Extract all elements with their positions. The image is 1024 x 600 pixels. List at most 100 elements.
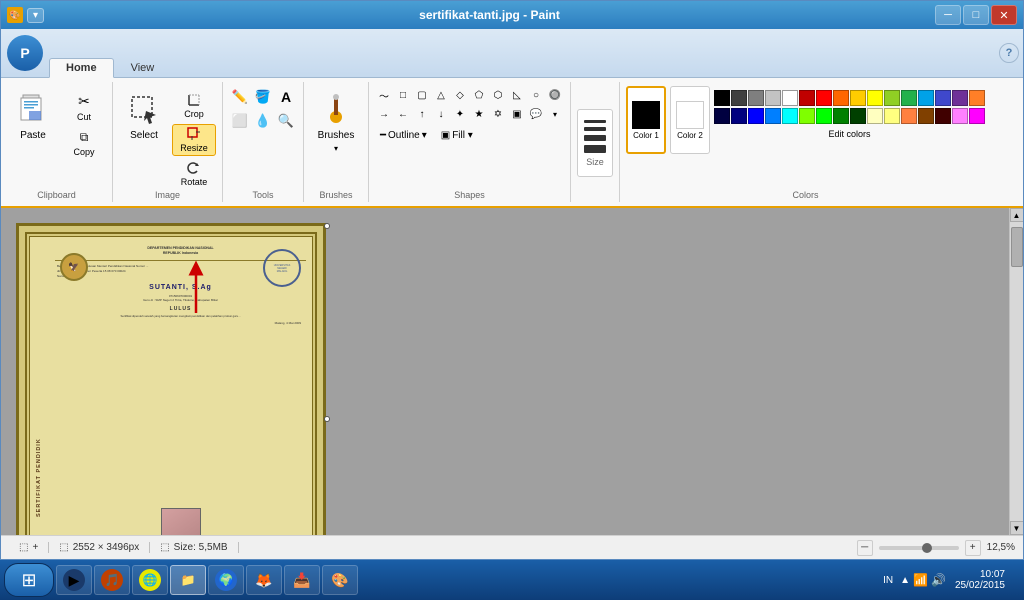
color-orange[interactable] (833, 90, 849, 106)
shape-rounded-rect2[interactable]: ▣ (508, 105, 526, 123)
scroll-track[interactable] (1010, 222, 1023, 521)
color-maroon[interactable] (935, 108, 951, 124)
outline-dropdown[interactable]: ━ Outline ▾ (375, 127, 432, 144)
shape-hex[interactable]: ⬡ (489, 86, 507, 104)
color-pink[interactable] (952, 108, 968, 124)
tray-clock[interactable]: 10:07 25/02/2015 (949, 567, 1011, 593)
cut-button[interactable]: ✂ Cut (62, 90, 106, 125)
color-navy2[interactable] (714, 108, 730, 124)
shape-roundrect[interactable]: ▢ (413, 86, 431, 104)
shape-arrow-d[interactable]: ↓ (432, 105, 450, 123)
zoom-slider[interactable] (879, 546, 959, 550)
color-darkred[interactable] (799, 90, 815, 106)
color-green2[interactable] (833, 108, 849, 124)
color-green[interactable] (901, 90, 917, 106)
text-tool[interactable]: A (275, 86, 297, 108)
canvas-area[interactable]: SERTIFIKAT PENDIDIK 🦅 UNIVERSITASNEGERIM… (1, 208, 1009, 535)
resize-button[interactable]: Resize (172, 124, 216, 156)
copy-button[interactable]: ⧉ Copy (62, 127, 106, 160)
shape-more[interactable]: ▾ (546, 105, 564, 123)
start-button[interactable]: ⊞ (4, 563, 54, 597)
app-menu-button[interactable]: P (7, 35, 43, 71)
eraser-tool[interactable]: ⬜ (229, 110, 251, 132)
color-aqua[interactable] (782, 108, 798, 124)
color-darkorange[interactable] (969, 90, 985, 106)
shape-ellipse[interactable]: ○ (527, 86, 545, 104)
eyedropper-tool[interactable]: 💧 (252, 110, 274, 132)
taskbar-paint-active[interactable]: 📁 (170, 565, 206, 595)
shape-scroll[interactable]: 🔘 (546, 86, 564, 104)
color-gold[interactable] (850, 90, 866, 106)
close-button[interactable]: ✕ (991, 5, 1017, 25)
color-brown[interactable] (918, 108, 934, 124)
color-navy[interactable] (731, 108, 747, 124)
quick-access-toolbar[interactable]: ▾ (27, 8, 44, 23)
shape-right-tri[interactable]: ◺ (508, 86, 526, 104)
color-darkgreen[interactable] (850, 108, 866, 124)
taskbar-app-6[interactable]: 🦊 (246, 565, 282, 595)
edit-colors-button[interactable]: Edit colors (714, 126, 985, 142)
color-darkgray[interactable] (731, 90, 747, 106)
taskbar-app-8[interactable]: 🎨 (322, 565, 358, 595)
color-chartreuse[interactable] (799, 108, 815, 124)
color-blue2[interactable] (748, 108, 764, 124)
shape-arrow-l[interactable]: ← (394, 105, 412, 123)
tray-up-arrow[interactable]: ▲ (900, 575, 910, 586)
tab-view[interactable]: View (114, 58, 172, 77)
color-white[interactable] (782, 90, 798, 106)
shape-star6[interactable]: ✡ (489, 105, 507, 123)
color-lightyellow[interactable] (867, 108, 883, 124)
resize-handle-right[interactable] (324, 223, 330, 229)
zoom-in-button[interactable]: + (965, 540, 981, 556)
color1-button[interactable]: Color 1 (626, 86, 666, 154)
zoom-out-button[interactable]: ─ (857, 540, 873, 556)
fill-dropdown[interactable]: ▣ Fill ▾ (436, 127, 478, 144)
vertical-scrollbar[interactable]: ▲ ▼ (1009, 208, 1023, 535)
color-purple[interactable] (952, 90, 968, 106)
zoom-thumb[interactable] (922, 543, 932, 553)
paste-button[interactable]: Paste (7, 86, 59, 154)
scroll-thumb[interactable] (1011, 227, 1023, 267)
shape-star5[interactable]: ★ (470, 105, 488, 123)
select-button[interactable]: Select (119, 86, 169, 154)
fill-tool[interactable]: 🪣 (252, 86, 274, 108)
taskbar-app-1[interactable]: ▶ (56, 565, 92, 595)
shape-triangle[interactable]: △ (432, 86, 450, 104)
color-black[interactable] (714, 90, 730, 106)
size-button[interactable]: Size (577, 109, 613, 177)
color-lime2[interactable] (816, 108, 832, 124)
shape-rect[interactable]: □ (394, 86, 412, 104)
scroll-down[interactable]: ▼ (1010, 521, 1024, 535)
taskbar-app-5[interactable]: 🌍 (208, 565, 244, 595)
crop-button[interactable]: Crop (172, 90, 216, 122)
help-button[interactable]: ? (999, 43, 1019, 63)
shape-arrow-r[interactable]: → (375, 105, 393, 123)
shape-arrow-u[interactable]: ↑ (413, 105, 431, 123)
color-cyan[interactable] (918, 90, 934, 106)
taskbar-app-2[interactable]: 🎵 (94, 565, 130, 595)
resize-handle-mid-right[interactable] (324, 416, 330, 422)
new-selection-btn[interactable]: + (32, 542, 38, 553)
taskbar-app-7[interactable]: 📥 (284, 565, 320, 595)
color-lightgray[interactable] (765, 90, 781, 106)
color-lime[interactable] (884, 90, 900, 106)
color-red[interactable] (816, 90, 832, 106)
scroll-up[interactable]: ▲ (1010, 208, 1024, 222)
shape-callout[interactable]: 💬 (527, 105, 545, 123)
shape-star4[interactable]: ✦ (451, 105, 469, 123)
color-magenta[interactable] (969, 108, 985, 124)
shape-diamond[interactable]: ◇ (451, 86, 469, 104)
pencil-tool[interactable]: ✏️ (229, 86, 251, 108)
brushes-button[interactable]: Brushes ▾ (310, 86, 362, 154)
taskbar-app-3[interactable]: 🌐 (132, 565, 168, 595)
tab-home[interactable]: Home (49, 58, 114, 78)
color-yellow2[interactable] (884, 108, 900, 124)
color-gray[interactable] (748, 90, 764, 106)
maximize-button[interactable]: □ (963, 5, 989, 25)
minimize-button[interactable]: ─ (935, 5, 961, 25)
color-yellow[interactable] (867, 90, 883, 106)
color-blue[interactable] (935, 90, 951, 106)
shape-wave[interactable]: 〜 (375, 86, 393, 104)
shape-pentagon[interactable]: ⬠ (470, 86, 488, 104)
color-skyblue[interactable] (765, 108, 781, 124)
